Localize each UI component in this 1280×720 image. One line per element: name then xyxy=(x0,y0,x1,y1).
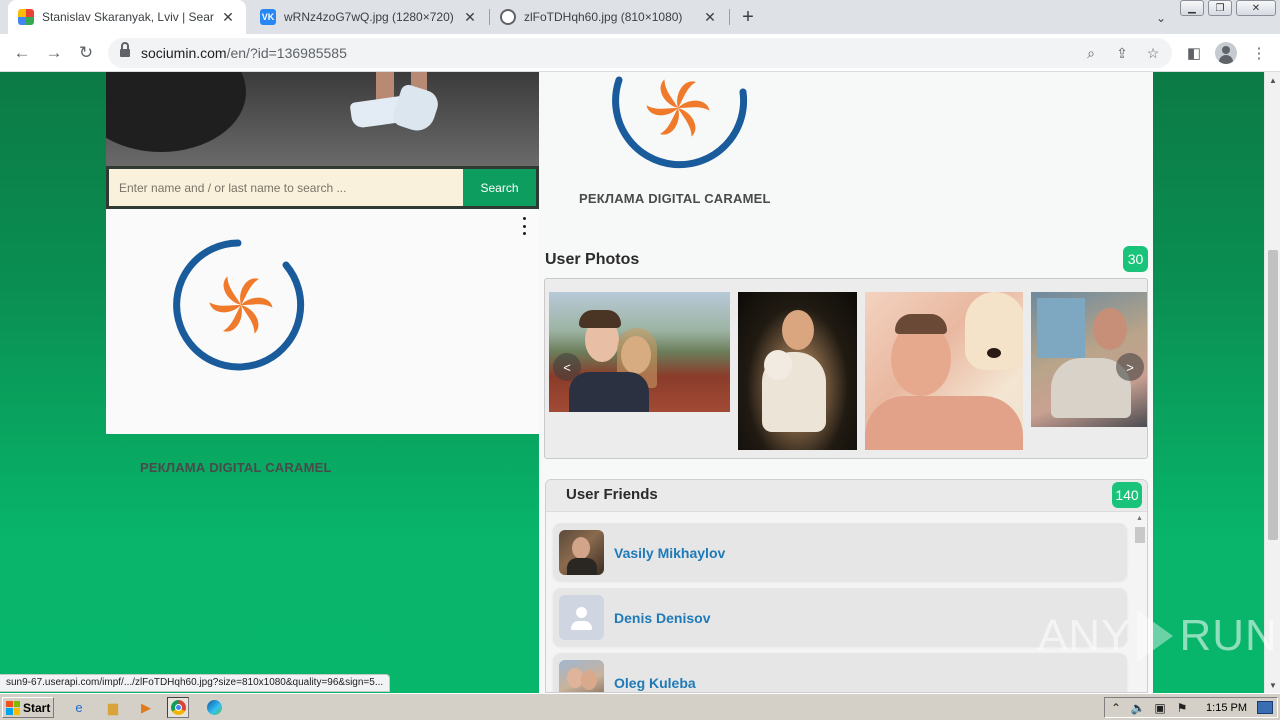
reload-icon[interactable]: ↻ xyxy=(72,39,100,67)
user-photo[interactable] xyxy=(549,292,730,412)
zoom-magnifier-icon[interactable]: ⌕ xyxy=(1082,44,1100,62)
new-tab-button[interactable]: + xyxy=(736,5,760,29)
profile-content-column: РЕКЛАМА DIGITAL CARAMEL User Photos 30 <… xyxy=(539,72,1153,693)
friend-list-item[interactable]: Vasily Mikhaylov xyxy=(553,523,1127,581)
internet-explorer-icon[interactable]: e xyxy=(68,697,90,718)
scroll-up-arrow-icon[interactable]: ▲ xyxy=(1136,515,1143,522)
photos-count-badge: 30 xyxy=(1123,246,1148,272)
url-host: sociumin.com xyxy=(141,45,227,61)
photo-carousel: < > xyxy=(544,278,1148,459)
logo-caption: РЕКЛАМА DIGITAL CARAMEL xyxy=(140,460,332,475)
profile-cover-logo xyxy=(605,72,755,190)
scroll-thumb[interactable] xyxy=(1268,250,1278,540)
windows-taskbar: Start e ▆ ▶ ⌃ 🔈 ▣ ⚑ 1:15 PM xyxy=(0,693,1280,720)
minimize-button[interactable]: ▁ xyxy=(1180,0,1204,16)
user-photo[interactable] xyxy=(738,292,857,450)
friend-avatar[interactable] xyxy=(559,530,604,575)
restore-button[interactable]: ❐ xyxy=(1208,0,1232,16)
tab-strip: Stanislav Skaranyak, Lviv | Search In ✕ … xyxy=(0,0,1280,34)
link-status-bar: sun9-67.userapi.com/impf/.../zlFoTDHqh60… xyxy=(0,674,391,692)
friend-name-link[interactable]: Oleg Kuleba xyxy=(614,675,696,691)
tab-vk-image[interactable]: VK wRNz4zoG7wQ.jpg (1280×720) ✕ xyxy=(250,0,488,34)
profile-avatar-icon xyxy=(1215,42,1237,64)
forward-arrow-icon[interactable]: → xyxy=(40,39,68,67)
back-arrow-icon[interactable]: ← xyxy=(8,39,36,67)
profile-card: РЕКЛАМА DIGITAL CARAMEL xyxy=(106,209,540,475)
close-tab-icon[interactable]: ✕ xyxy=(702,9,718,25)
close-tab-icon[interactable]: ✕ xyxy=(220,9,236,25)
action-center-flag-icon[interactable]: ⚑ xyxy=(1171,701,1193,715)
friends-header: User Friends 140 xyxy=(546,480,1147,512)
edge-icon[interactable] xyxy=(203,697,225,718)
anyrun-watermark: ANY RUN xyxy=(1038,610,1278,662)
more-options-icon[interactable] xyxy=(520,217,528,235)
start-label: Start xyxy=(23,700,51,715)
folder-icon[interactable]: ▆ xyxy=(102,697,124,718)
tab-sociumin[interactable]: Stanislav Skaranyak, Lviv | Search In ✕ xyxy=(8,0,246,34)
people-search-form: Search xyxy=(106,166,539,209)
user-photos-heading: User Photos xyxy=(545,251,640,268)
default-user-avatar-icon[interactable] xyxy=(559,595,604,640)
friend-name-link[interactable]: Vasily Mikhaylov xyxy=(614,545,725,561)
tab-separator xyxy=(729,9,730,25)
close-window-button[interactable]: ✕ xyxy=(1236,0,1276,16)
media-player-icon[interactable]: ▶ xyxy=(135,697,157,718)
close-tab-icon[interactable]: ✕ xyxy=(462,9,478,25)
taskbar-clock[interactable]: 1:15 PM xyxy=(1206,702,1247,714)
page-viewport: Search РЕКЛАМА DIGITAL CARAMEL xyxy=(0,72,1264,693)
scroll-thumb[interactable] xyxy=(1135,527,1145,543)
network-icon[interactable]: ▣ xyxy=(1149,701,1171,715)
carousel-prev-button[interactable]: < xyxy=(553,353,581,381)
friend-name-link[interactable]: Denis Denisov xyxy=(614,610,710,626)
globe-favicon-icon xyxy=(500,9,516,25)
start-button[interactable]: Start xyxy=(2,697,54,718)
search-input[interactable] xyxy=(109,169,463,206)
window-controls: ▁ ❐ ✕ xyxy=(1180,0,1276,16)
search-button[interactable]: Search xyxy=(463,169,536,206)
volume-icon[interactable]: 🔈 xyxy=(1127,701,1149,715)
caramel-logo-icon xyxy=(173,239,305,371)
browser-toolbar: ← → ↻ sociumin.com/en/?id=136985585 ⌕ ⇪ … xyxy=(0,34,1280,72)
bookmark-star-icon[interactable]: ☆ xyxy=(1144,44,1162,62)
scroll-up-arrow-icon[interactable]: ▲ xyxy=(1265,72,1280,88)
page-scrollbar[interactable]: ▲ ▼ xyxy=(1264,72,1280,693)
lock-icon[interactable] xyxy=(120,42,130,58)
friend-avatar[interactable] xyxy=(559,660,604,692)
watermark-left: ANY xyxy=(1038,611,1132,660)
watermark-right: RUN xyxy=(1179,611,1278,660)
menu-kebab-icon[interactable]: ⋮ xyxy=(1248,42,1270,64)
friends-scrollbar[interactable]: ▲ xyxy=(1134,515,1146,692)
profile-avatar-logo xyxy=(168,231,318,371)
friends-count-badge: 140 xyxy=(1112,482,1142,508)
tab-search-chevron-icon[interactable]: ⌄ xyxy=(1150,7,1172,29)
scroll-down-arrow-icon[interactable]: ▼ xyxy=(1265,677,1280,693)
windows-flag-icon xyxy=(6,700,20,715)
sociumin-favicon-icon xyxy=(18,9,34,25)
user-photo[interactable] xyxy=(865,292,1023,450)
vk-favicon-icon: VK xyxy=(260,9,276,25)
tab-title: Stanislav Skaranyak, Lviv | Search In xyxy=(42,10,214,24)
tab-title: zlFoTDHqh60.jpg (810×1080) xyxy=(524,10,683,24)
chrome-taskbar-icon[interactable] xyxy=(167,697,189,718)
address-bar[interactable]: sociumin.com/en/?id=136985585 ⌕ ⇪ ☆ xyxy=(108,38,1172,68)
share-icon[interactable]: ⇪ xyxy=(1113,44,1131,62)
url-text[interactable]: sociumin.com/en/?id=136985585 xyxy=(141,45,347,61)
tab-title: wRNz4zoG7wQ.jpg (1280×720) xyxy=(284,10,454,24)
profile-button[interactable] xyxy=(1215,42,1237,64)
cover-photo xyxy=(106,72,539,166)
caramel-logo-icon xyxy=(612,76,748,169)
system-tray: ⌃ 🔈 ▣ ⚑ 1:15 PM xyxy=(1104,697,1278,718)
show-desktop-icon[interactable] xyxy=(1257,701,1273,714)
play-triangle-icon xyxy=(1137,610,1174,662)
carousel-next-button[interactable]: > xyxy=(1116,353,1144,381)
side-panel-icon[interactable]: ◧ xyxy=(1183,42,1205,64)
tray-expand-icon[interactable]: ⌃ xyxy=(1105,701,1127,715)
user-friends-heading: User Friends xyxy=(566,486,658,503)
tab-image-2[interactable]: zlFoTDHqh60.jpg (810×1080) ✕ xyxy=(490,0,728,34)
url-path: /en/?id=136985585 xyxy=(226,45,347,61)
logo-caption: РЕКЛАМА DIGITAL CARAMEL xyxy=(579,191,771,206)
